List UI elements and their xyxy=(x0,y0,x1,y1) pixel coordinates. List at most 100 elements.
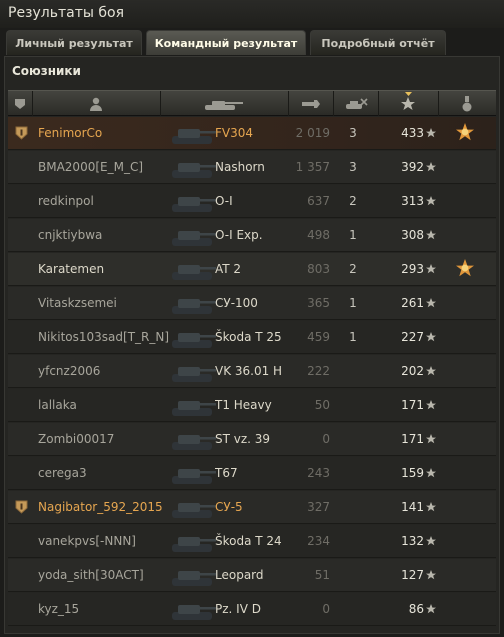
player-name: Nikitos103sad[T_R_N] xyxy=(38,330,170,344)
xp-value: 171 xyxy=(401,432,424,446)
frags-value xyxy=(338,355,368,387)
vehicle-name: ST vz. 39 xyxy=(215,432,271,446)
player-name: yoda_sith[30ACT] xyxy=(38,568,144,582)
vehicle-icon xyxy=(172,435,216,450)
player-name: FenimorCo xyxy=(38,126,103,140)
table-row[interactable]: yfcnz2006 VK 36.01 H 222 202 xyxy=(8,355,496,388)
xp-star-icon xyxy=(426,502,436,512)
tab-team-result[interactable]: Командный результат xyxy=(146,30,306,55)
table-row[interactable]: yoda_sith[30ACT] Leopard 51 127 xyxy=(8,559,496,592)
medal-icon xyxy=(462,95,472,111)
xp-star-icon xyxy=(426,264,436,274)
vehicle-name: O-I Exp. xyxy=(215,228,263,242)
vehicle-icon xyxy=(172,197,216,212)
frags-value: 3 xyxy=(349,160,357,174)
xp-value: 392 xyxy=(401,160,424,174)
table-row[interactable]: FenimorCo FV304 2 019 3 433 xyxy=(8,117,496,150)
frags-value: 1 xyxy=(349,296,357,310)
damage-value: 0 xyxy=(322,602,330,616)
tab-personal-result[interactable]: Личный результат xyxy=(6,30,142,55)
damage-value: 803 xyxy=(307,262,330,276)
damage-column-header[interactable] xyxy=(288,91,334,116)
vehicle-icon xyxy=(172,605,216,620)
vehicle-name: СУ-5 xyxy=(215,500,243,514)
table-row[interactable]: Karatemen AT 2 803 2 293 xyxy=(8,253,496,286)
table-header xyxy=(8,90,496,116)
table-row[interactable]: Zombi00017 ST vz. 39 0 171 xyxy=(8,423,496,456)
damage-value: 2 019 xyxy=(295,126,330,140)
table-row[interactable]: BMA2000[E_M_C] Nashorn 1 357 3 392 xyxy=(8,151,496,184)
xp-star-icon xyxy=(426,230,436,240)
table-row[interactable]: lallaka T1 Heavy 50 171 xyxy=(8,389,496,422)
player-name: lallaka xyxy=(38,398,77,412)
tank-icon xyxy=(205,100,243,110)
vehicle-name: СУ-100 xyxy=(215,296,258,310)
vehicle-column-header[interactable] xyxy=(160,91,289,116)
vehicle-icon xyxy=(172,469,216,484)
vehicle-name: FV304 xyxy=(215,126,254,140)
frags-value xyxy=(338,423,368,455)
table-row[interactable]: kyz_15 Pz. IV D 0 86 xyxy=(8,593,496,626)
vehicle-icon xyxy=(172,401,216,416)
vehicle-name: Leopard xyxy=(215,568,264,582)
xp-column-header[interactable] xyxy=(378,91,439,116)
vehicle-icon xyxy=(172,129,216,144)
table-row[interactable]: redkinpol O-I 637 2 313 xyxy=(8,185,496,218)
tab-detailed-report[interactable]: Подробный отчёт xyxy=(310,30,446,55)
damage-value: 1 357 xyxy=(295,160,330,174)
medal-icon xyxy=(456,123,474,141)
table-row[interactable]: Nagibator_592_2015 СУ-5 327 141 xyxy=(8,491,496,524)
xp-value: 227 xyxy=(401,330,424,344)
vehicle-name: VK 36.01 H xyxy=(215,364,283,378)
vehicle-name: Nashorn xyxy=(215,160,265,174)
player-name: redkinpol xyxy=(38,194,94,208)
tab-bar: Личный результат Командный результат Под… xyxy=(6,30,498,56)
vehicle-icon xyxy=(172,231,216,246)
vehicle-icon xyxy=(172,333,216,348)
xp-star-icon xyxy=(426,196,436,206)
table-row[interactable]: Vitaskzsemei СУ-100 365 1 261 xyxy=(8,287,496,320)
vehicle-icon xyxy=(172,163,216,178)
vehicle-icon xyxy=(172,265,216,280)
player-name: vanekpvs[-NNN] xyxy=(38,534,136,548)
player-name: cerega3 xyxy=(38,466,87,480)
frags-icon xyxy=(345,97,368,109)
platoon-icon xyxy=(15,500,28,514)
xp-value: 261 xyxy=(401,296,424,310)
platoon-icon xyxy=(15,98,25,109)
vehicle-icon xyxy=(172,503,216,518)
table-row[interactable]: vanekpvs[-NNN] Škoda T 24 234 132 xyxy=(8,525,496,558)
frags-value xyxy=(338,389,368,421)
vehicle-icon xyxy=(172,299,216,314)
frags-value xyxy=(338,457,368,489)
table-row[interactable]: cerega3 T67 243 159 xyxy=(8,457,496,490)
damage-value: 222 xyxy=(307,364,330,378)
xp-star-icon xyxy=(426,366,436,376)
xp-star-icon xyxy=(426,332,436,342)
xp-star-icon xyxy=(426,128,436,138)
xp-value: 159 xyxy=(401,466,424,480)
xp-value: 141 xyxy=(401,500,424,514)
frags-column-header[interactable] xyxy=(333,91,379,116)
allies-section-title: Союзники xyxy=(12,64,81,78)
player-name: yfcnz2006 xyxy=(38,364,101,378)
frags-value xyxy=(338,491,368,523)
vehicle-icon xyxy=(172,367,216,382)
table-row[interactable]: Nikitos103sad[T_R_N] Škoda T 25 459 1 227 xyxy=(8,321,496,354)
xp-value: 127 xyxy=(401,568,424,582)
medal-column-header[interactable] xyxy=(438,91,496,116)
player-name: Zombi00017 xyxy=(38,432,115,446)
xp-star-icon xyxy=(426,400,436,410)
player-column-header[interactable] xyxy=(32,91,161,116)
vehicle-name: Škoda T 24 xyxy=(215,534,282,548)
damage-value: 50 xyxy=(314,398,330,412)
xp-value: 202 xyxy=(401,364,424,378)
xp-value: 433 xyxy=(401,126,424,140)
sort-arrow-icon xyxy=(405,92,412,96)
xp-star-icon xyxy=(426,298,436,308)
player-name: Nagibator_592_2015 xyxy=(38,500,163,514)
table-row[interactable]: cnjktiybwa O-I Exp. 498 1 308 xyxy=(8,219,496,252)
vehicle-name: AT 2 xyxy=(215,262,242,276)
platoon-column-header[interactable] xyxy=(8,91,33,116)
damage-value: 365 xyxy=(307,296,330,310)
